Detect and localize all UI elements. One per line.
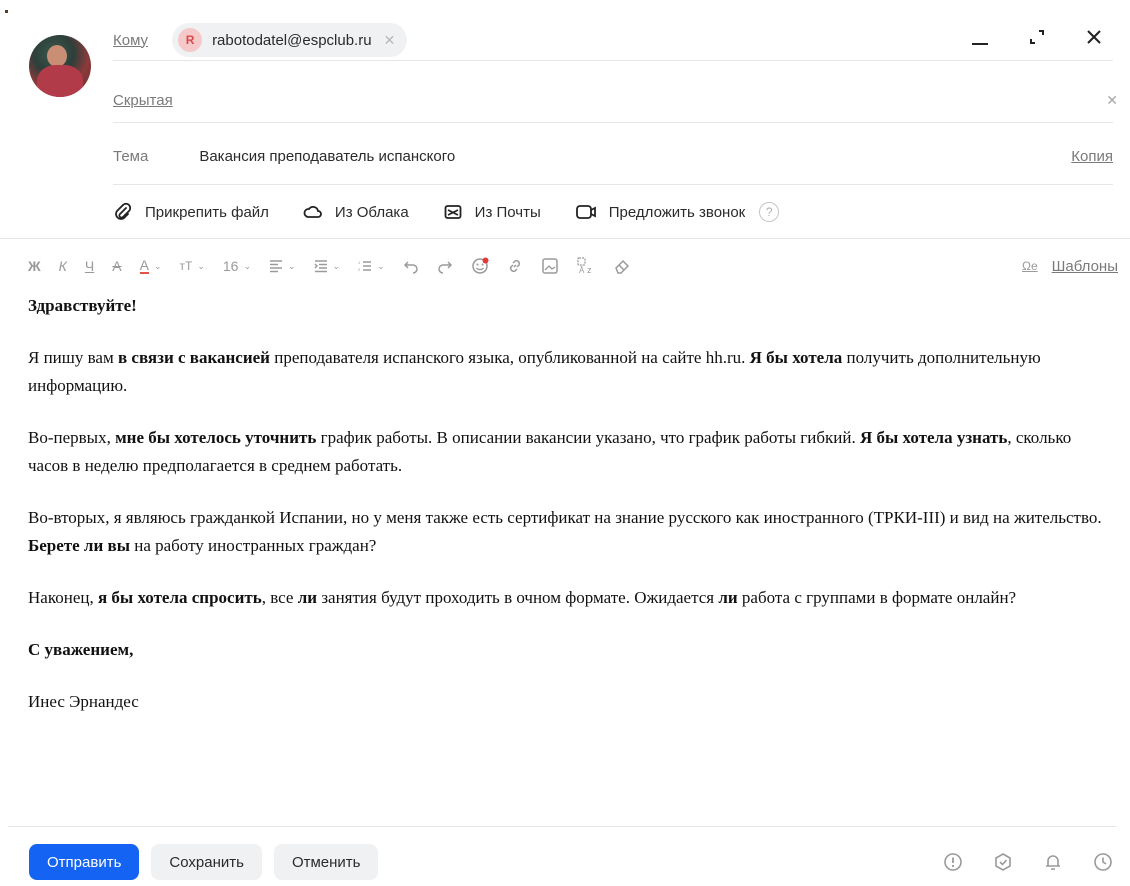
schedule-clock-icon[interactable] xyxy=(1093,852,1113,872)
indent-button[interactable]: ⌄ xyxy=(314,259,341,273)
underline-button[interactable]: Ч xyxy=(85,258,94,274)
undo-icon[interactable] xyxy=(403,258,419,274)
footer-icons xyxy=(913,852,1113,872)
redo-icon[interactable] xyxy=(437,258,453,274)
bcc-row: Скрытая ✕ xyxy=(113,78,1118,123)
indent-icon xyxy=(314,260,327,273)
toolbar-right: Ωe Шаблоны xyxy=(1022,258,1118,275)
bold-button[interactable]: Ж xyxy=(28,258,41,274)
chevron-down-icon: ⌄ xyxy=(377,260,385,271)
formatting-toolbar: Ж К Ч А А ⌄ тТ ⌄ 16 ⌄ ⌄ ⌄ 1 2 ⌄ zǍ Ωe Шаблоны xyxy=(28,252,1118,280)
reminder-bell-icon[interactable] xyxy=(1043,852,1063,872)
attach-file-button[interactable]: Прикрепить файл xyxy=(113,202,269,222)
translate-icon[interactable]: zǍ xyxy=(576,257,595,275)
align-button[interactable]: ⌄ xyxy=(269,259,296,273)
align-left-icon xyxy=(270,260,282,273)
chevron-down-icon: ⌄ xyxy=(153,260,162,271)
emoji-icon[interactable] xyxy=(471,257,489,275)
minimize-icon[interactable] xyxy=(965,22,995,52)
chevron-down-icon: ⌄ xyxy=(332,260,341,271)
text-color-button[interactable]: А ⌄ xyxy=(139,257,162,274)
recipient-avatar: R xyxy=(178,28,203,52)
header-divider xyxy=(0,238,1130,239)
attachments-row: Прикрепить файл Из Облака Из Почты Предл… xyxy=(113,196,780,228)
propose-call-label: Предложить звонок xyxy=(608,203,746,221)
close-icon[interactable] xyxy=(1079,22,1109,52)
numbered-list-icon: 12 xyxy=(358,260,372,272)
save-button[interactable]: Сохранить xyxy=(151,844,262,880)
strikethrough-button[interactable]: А xyxy=(112,258,121,274)
expand-icon[interactable] xyxy=(1022,22,1052,52)
font-size-icon: тТ xyxy=(179,259,193,273)
footer: Отправить Сохранить Отменить xyxy=(29,844,1113,880)
cloud-icon xyxy=(303,206,322,218)
paperclip-icon xyxy=(115,202,132,220)
italic-button[interactable]: К xyxy=(59,258,67,274)
copy-link[interactable]: Копия xyxy=(1071,148,1113,165)
eraser-icon[interactable] xyxy=(613,257,631,275)
avatar[interactable] xyxy=(29,35,91,97)
paragraph-1: Я пишу вам в связи с вакансией преподава… xyxy=(28,348,1041,395)
font-size-select[interactable]: 16 ⌄ xyxy=(223,258,251,274)
mail-icon xyxy=(444,205,462,219)
paragraph-4: Наконец, я бы хотела спросить, все ли за… xyxy=(28,588,1017,607)
footer-divider xyxy=(8,826,1116,827)
font-size-value: 16 xyxy=(222,258,239,274)
recipient-chip[interactable]: R rabotodatel@espclub.ru ✕ xyxy=(172,23,408,57)
send-button[interactable]: Отправить xyxy=(29,844,140,880)
chevron-down-icon: ⌄ xyxy=(243,260,251,271)
closing: С уважением, xyxy=(28,640,134,659)
from-mail-button[interactable]: Из Почты xyxy=(443,202,541,222)
from-cloud-button[interactable]: Из Облака xyxy=(303,202,409,222)
subject-input[interactable]: Вакансия преподаватель испанского xyxy=(199,148,455,165)
propose-call-button[interactable]: Предложить звонок xyxy=(575,202,745,222)
svg-text:2: 2 xyxy=(358,267,361,272)
remove-recipient-icon[interactable]: ✕ xyxy=(384,32,396,49)
subject-label: Тема xyxy=(113,147,149,165)
svg-text:Ǎ: Ǎ xyxy=(579,266,585,275)
signature-icon[interactable]: Ωe xyxy=(1022,259,1038,273)
to-label[interactable]: Кому xyxy=(113,32,148,49)
important-icon[interactable] xyxy=(943,852,963,872)
from-mail-label: Из Почты xyxy=(474,203,541,221)
svg-text:1: 1 xyxy=(358,260,361,265)
remove-bcc-icon[interactable]: ✕ xyxy=(1106,92,1118,109)
svg-text:z: z xyxy=(587,265,592,275)
list-button[interactable]: 1 2 ⌄ xyxy=(358,259,385,273)
subject-row: Тема Вакансия преподаватель испанского К… xyxy=(113,128,1113,185)
recipient-email: rabotodatel@espclub.ru xyxy=(212,31,372,49)
link-icon[interactable] xyxy=(507,258,523,274)
paragraph-3: Во-вторых, я являюсь гражданкой Испании,… xyxy=(28,508,1102,555)
signature: Инес Эрнандес xyxy=(28,692,139,711)
text-size-button[interactable]: тТ ⌄ xyxy=(180,259,205,273)
chevron-down-icon: ⌄ xyxy=(197,260,205,271)
message-body[interactable]: Здравствуйте! Я пишу вам в связи с вакан… xyxy=(28,292,1108,740)
paragraph-2: Во-первых, мне бы хотелось уточнить граф… xyxy=(28,428,1072,475)
chevron-down-icon: ⌄ xyxy=(288,260,296,271)
read-receipt-icon[interactable] xyxy=(993,852,1013,872)
greeting: Здравствуйте! xyxy=(28,296,137,315)
from-cloud-label: Из Облака xyxy=(334,203,409,221)
corner-mark xyxy=(5,10,8,13)
attach-file-label: Прикрепить файл xyxy=(145,203,269,221)
templates-link[interactable]: Шаблоны xyxy=(1052,258,1118,275)
to-row: Кому R rabotodatel@espclub.ru ✕ xyxy=(113,20,1113,61)
help-icon[interactable]: ? xyxy=(759,202,780,222)
video-call-icon xyxy=(575,205,596,219)
bcc-label[interactable]: Скрытая xyxy=(113,92,173,109)
image-icon[interactable] xyxy=(541,257,559,275)
text-color-label: А xyxy=(139,257,149,274)
cancel-button[interactable]: Отменить xyxy=(273,844,379,880)
